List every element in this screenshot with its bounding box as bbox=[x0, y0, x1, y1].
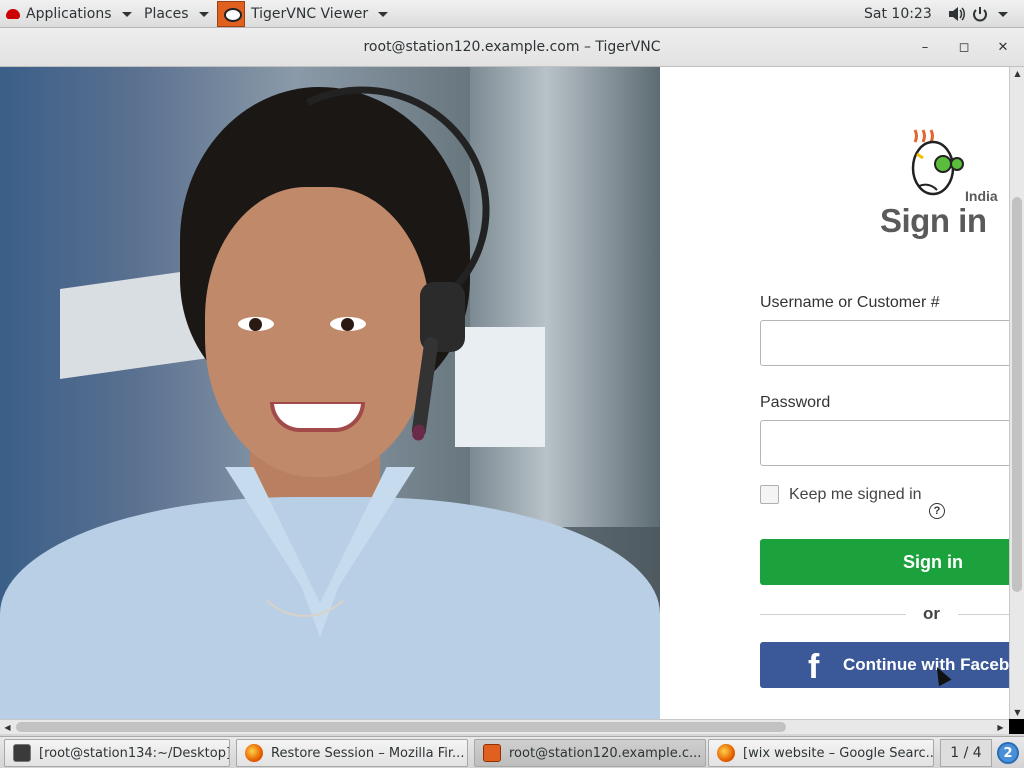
applications-menu[interactable]: Applications bbox=[6, 0, 132, 28]
taskbar-item-terminal[interactable]: [root@station134:~/Desktop] bbox=[4, 739, 230, 767]
volume-icon bbox=[949, 7, 965, 21]
taskbar-item-label: [wix website – Google Searc... bbox=[743, 745, 934, 761]
window-titlebar[interactable]: root@station120.example.com – TigerVNC –… bbox=[0, 28, 1024, 67]
applications-menu-label: Applications bbox=[26, 6, 112, 22]
facebook-login-button[interactable]: f Continue with Facebook bbox=[760, 642, 1009, 688]
firefox-icon bbox=[717, 744, 735, 762]
taskbar-item-label: root@station120.example.c... bbox=[509, 745, 702, 761]
taskbar-item-tigervnc[interactable]: root@station120.example.c... bbox=[474, 739, 706, 767]
page-title: Sign in bbox=[880, 202, 987, 239]
keep-signed-in-checkbox[interactable] bbox=[760, 485, 779, 504]
taskbar-item-firefox-restore[interactable]: Restore Session – Mozilla Fir... bbox=[236, 739, 468, 767]
chevron-down-icon bbox=[121, 11, 132, 17]
horizontal-scrollbar[interactable]: ◀ ▶ bbox=[0, 719, 1009, 734]
workspace-indicator[interactable]: 1 / 4 bbox=[940, 739, 992, 767]
maximize-button[interactable]: ◻ bbox=[953, 36, 975, 58]
signin-button[interactable]: Sign in bbox=[760, 539, 1009, 585]
facebook-icon: f bbox=[808, 648, 820, 686]
places-menu[interactable]: Places bbox=[144, 0, 209, 28]
window-title: root@station120.example.com – TigerVNC bbox=[363, 39, 661, 55]
scroll-corner bbox=[1009, 719, 1024, 734]
password-label: Password bbox=[760, 394, 831, 411]
vertical-scrollbar[interactable]: ▲ ▼ bbox=[1009, 67, 1024, 719]
minimize-button[interactable]: – bbox=[914, 36, 936, 58]
scroll-left-icon[interactable]: ◀ bbox=[0, 721, 15, 734]
signin-panel: India Sign in Username or Customer # Pas… bbox=[660, 102, 1009, 719]
hero-photo bbox=[0, 67, 660, 719]
chevron-down-icon bbox=[378, 11, 389, 17]
taskbar-item-firefox-search[interactable]: [wix website – Google Searc... bbox=[708, 739, 934, 767]
system-status-menu[interactable] bbox=[948, 0, 1008, 28]
keep-signed-in-row[interactable]: Keep me signed in bbox=[760, 485, 922, 504]
firefox-icon bbox=[245, 744, 263, 762]
chevron-down-icon bbox=[998, 11, 1008, 17]
tigervnc-icon bbox=[483, 744, 501, 762]
godaddy-guy-logo bbox=[911, 129, 964, 196]
clock-label: Sat 10:23 bbox=[864, 6, 932, 22]
top-panel: Applications Places TigerVNC Viewer Sat … bbox=[0, 0, 1024, 28]
vertical-scroll-thumb[interactable] bbox=[1012, 197, 1022, 592]
help-icon[interactable]: ? bbox=[929, 503, 945, 519]
taskbar-item-label: [root@station134:~/Desktop] bbox=[39, 745, 230, 761]
keep-signed-in-label[interactable]: Keep me signed in bbox=[789, 486, 922, 504]
horizontal-scroll-thumb[interactable] bbox=[16, 722, 786, 732]
clock[interactable]: Sat 10:23 bbox=[864, 0, 932, 28]
redhat-logo-icon bbox=[6, 9, 20, 19]
window-list-taskbar: [root@station134:~/Desktop] Restore Sess… bbox=[0, 736, 1024, 768]
terminal-icon bbox=[13, 744, 31, 762]
notification-badge[interactable]: 2 bbox=[997, 742, 1019, 764]
active-app-menu[interactable]: TigerVNC Viewer bbox=[217, 0, 389, 28]
scroll-right-icon[interactable]: ▶ bbox=[993, 721, 1008, 734]
chevron-down-icon bbox=[198, 11, 209, 17]
username-label: Username or Customer # bbox=[760, 294, 940, 311]
facebook-button-label: Continue with Facebook bbox=[843, 655, 1009, 674]
close-button[interactable]: ✕ bbox=[992, 36, 1014, 58]
vnc-viewport[interactable]: India Sign in Username or Customer # Pas… bbox=[0, 67, 1009, 719]
or-label: or bbox=[923, 604, 940, 623]
active-app-label: TigerVNC Viewer bbox=[251, 6, 369, 22]
password-input[interactable] bbox=[760, 420, 1009, 466]
tigervnc-icon bbox=[217, 1, 245, 27]
places-menu-label: Places bbox=[144, 6, 189, 22]
power-icon bbox=[973, 7, 987, 22]
scroll-up-icon[interactable]: ▲ bbox=[1010, 67, 1024, 80]
scroll-down-icon[interactable]: ▼ bbox=[1010, 706, 1024, 719]
taskbar-item-label: Restore Session – Mozilla Fir... bbox=[271, 745, 465, 761]
or-divider: or bbox=[760, 604, 1009, 624]
username-input[interactable] bbox=[760, 320, 1009, 366]
